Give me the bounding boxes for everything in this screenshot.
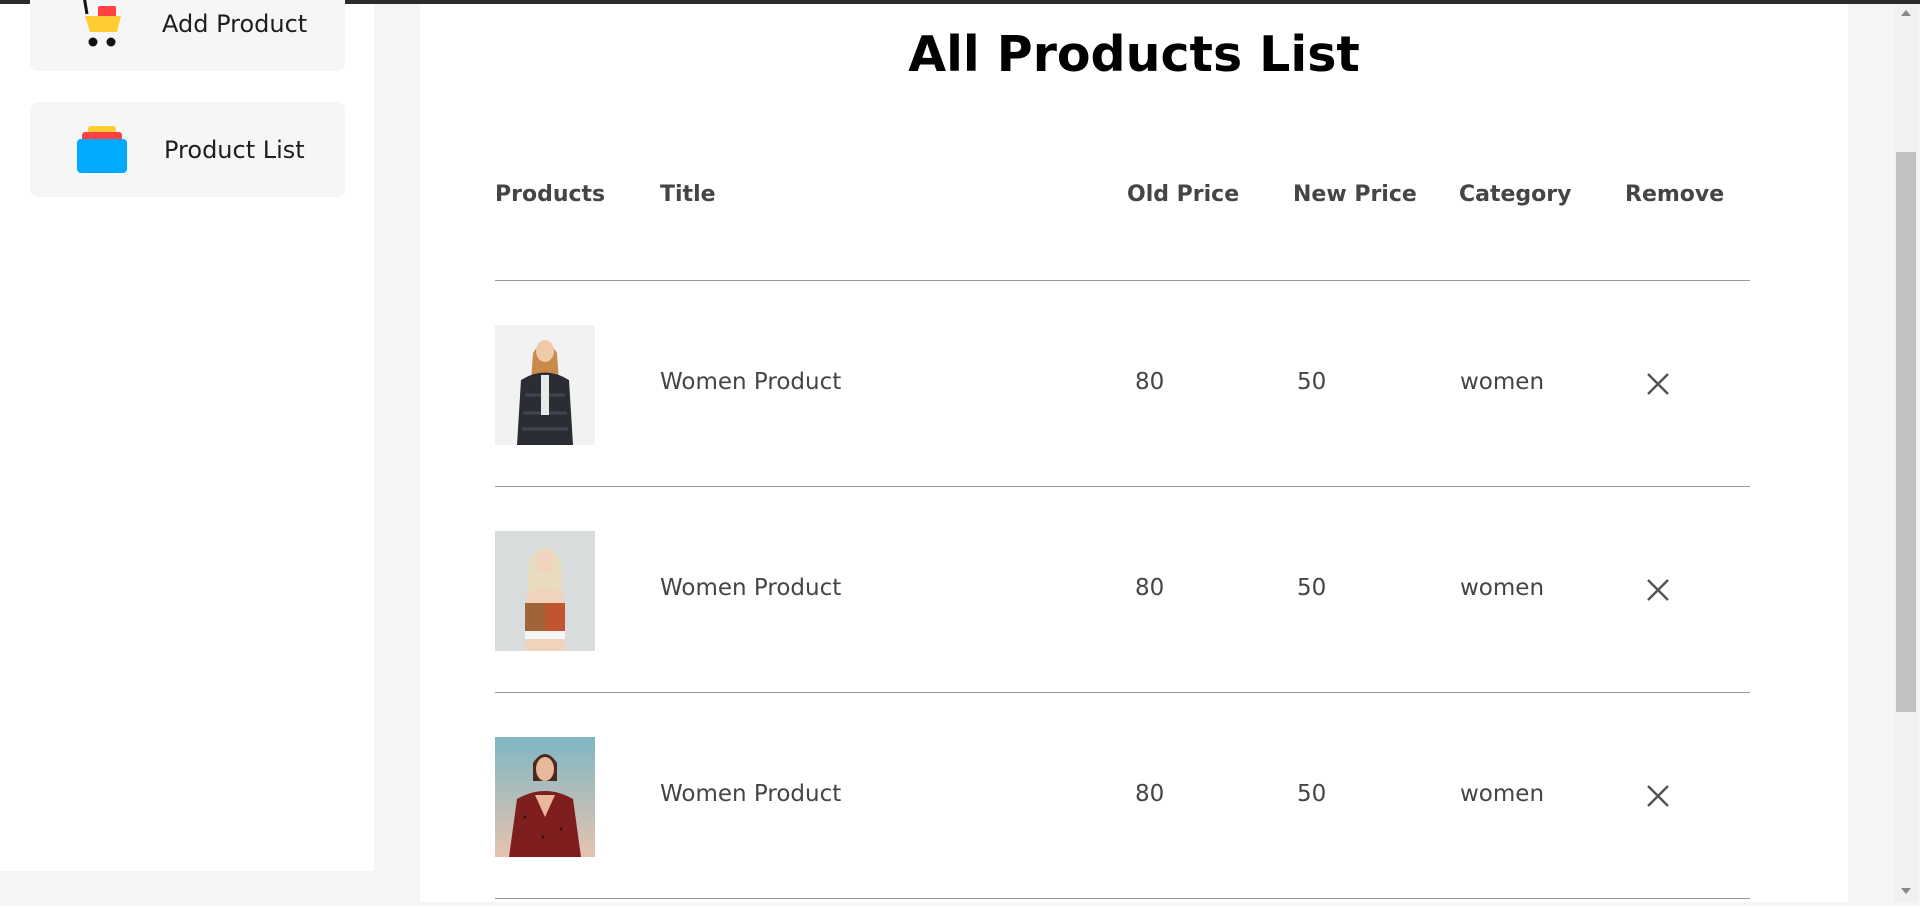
remove-x-icon[interactable] xyxy=(1643,781,1673,811)
product-list-panel: All Products List Products Title Old Pri… xyxy=(420,4,1848,902)
table-row: Women Product 80 50 women xyxy=(495,487,1750,693)
product-old-price: 80 xyxy=(1135,575,1165,601)
product-new-price: 50 xyxy=(1297,369,1327,395)
scroll-up-arrow-icon[interactable] xyxy=(1901,10,1911,16)
product-category: women xyxy=(1460,369,1545,395)
column-header-new-price: New Price xyxy=(1293,182,1417,207)
product-old-price: 80 xyxy=(1135,369,1165,395)
product-thumbnail xyxy=(495,325,595,445)
add-product-cart-icon xyxy=(72,0,132,54)
product-category: women xyxy=(1460,575,1545,601)
product-thumbnail xyxy=(495,737,595,857)
sidebar-item-label: Add Product xyxy=(162,9,308,38)
scroll-down-arrow-icon[interactable] xyxy=(1901,888,1911,894)
product-list-stack-icon xyxy=(72,120,132,180)
table-header: Products Title Old Price New Price Categ… xyxy=(420,182,1848,216)
remove-x-icon[interactable] xyxy=(1643,575,1673,605)
sidebar-item-label: Product List xyxy=(164,135,305,164)
table-row: Women Product 80 50 women xyxy=(495,281,1750,487)
table-divider xyxy=(495,898,1750,899)
page-scrollbar[interactable] xyxy=(1894,4,1918,902)
column-header-old-price: Old Price xyxy=(1127,182,1240,207)
column-header-category: Category xyxy=(1459,182,1572,207)
product-title: Women Product xyxy=(660,369,842,395)
remove-x-icon[interactable] xyxy=(1643,369,1673,399)
product-old-price: 80 xyxy=(1135,781,1165,807)
product-title: Women Product xyxy=(660,575,842,601)
product-table-body[interactable]: Women Product 80 50 women Women Product … xyxy=(495,275,1774,906)
table-row: Women Product 80 50 women xyxy=(495,693,1750,899)
column-header-remove: Remove xyxy=(1625,182,1725,207)
product-new-price: 50 xyxy=(1297,575,1327,601)
product-thumbnail xyxy=(495,531,595,651)
admin-sidebar: Add Product Product List xyxy=(0,0,374,871)
column-header-title: Title xyxy=(660,182,716,207)
product-title: Women Product xyxy=(660,781,842,807)
page-scrollbar-thumb[interactable] xyxy=(1896,152,1916,712)
sidebar-item-add-product[interactable]: Add Product xyxy=(30,0,345,71)
product-new-price: 50 xyxy=(1297,781,1327,807)
page-title: All Products List xyxy=(908,26,1360,83)
sidebar-item-product-list[interactable]: Product List xyxy=(30,102,345,197)
column-header-products: Products xyxy=(495,182,606,207)
product-category: women xyxy=(1460,781,1545,807)
